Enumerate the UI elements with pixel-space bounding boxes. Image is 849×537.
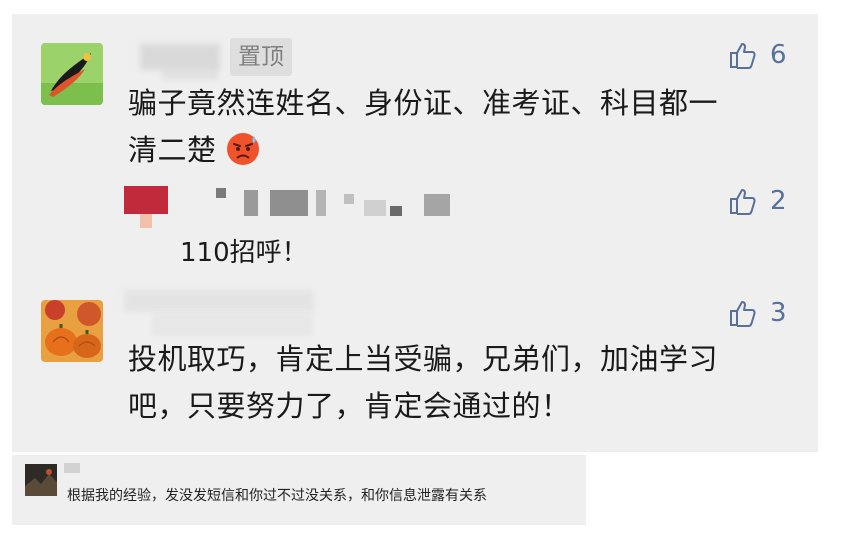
koi-avatar-image (41, 43, 103, 105)
reply-avatar-bottom (140, 214, 152, 228)
comment-text: 投机取巧，肯定上当受骗，兄弟们，加油学习 吧，只要努力了，肯定会通过的！ (128, 336, 798, 430)
comments-page: 置顶 6 骗子竟然连姓名、身份证、准考证、科目都一 清二楚 2 110招呼！ 3… (0, 0, 849, 537)
bottom-avatar[interactable] (25, 464, 57, 496)
username-blurred-2 (162, 66, 218, 80)
reply-avatar[interactable] (124, 186, 168, 214)
comment-text-line1: 骗子竟然连姓名、身份证、准考证、科目都一 (128, 86, 719, 120)
like-count: 6 (770, 40, 787, 70)
username-blurred-2 (152, 314, 312, 336)
thumbs-up-icon (730, 189, 756, 215)
thumbs-up-icon (730, 43, 756, 69)
comment-text-line2: 吧，只要努力了，肯定会通过的！ (128, 389, 571, 423)
reply-username-pixel (244, 190, 258, 216)
like-button[interactable]: 6 (728, 40, 787, 70)
bottom-comment-text: 根据我的经验，发没发短信和你过不过没关系，和你信息泄露有关系 (67, 488, 487, 504)
avatar-koi[interactable] (41, 43, 103, 105)
comment-text-line2-wrap: 清二楚 (128, 127, 798, 174)
reply-username-pixel (424, 194, 450, 216)
comment-text-line1: 投机取巧，肯定上当受骗，兄弟们，加油学习 (128, 342, 719, 376)
sweat-angry-face-icon (227, 133, 260, 165)
username-blurred (124, 290, 314, 312)
comment-text-line2: 清二楚 (128, 133, 217, 167)
reply-text: 110招呼！ (180, 238, 308, 268)
dark-avatar-image (25, 464, 57, 496)
reply-username-pixel (316, 190, 326, 216)
reply-username-pixel (364, 200, 386, 216)
reply-username-pixel (216, 188, 226, 198)
thumbs-up-icon (730, 301, 756, 327)
comments-card: 置顶 6 骗子竟然连姓名、身份证、准考证、科目都一 清二楚 2 110招呼！ 3… (12, 14, 818, 452)
avatar-pumpkins[interactable] (41, 300, 103, 362)
bottom-username-blurred (64, 463, 80, 473)
like-button[interactable]: 3 (728, 298, 787, 328)
reply-like-button[interactable]: 2 (728, 186, 787, 216)
reply-username-pixel (270, 190, 308, 216)
reply-username-pixel (344, 194, 354, 204)
bottom-comment-card: 根据我的经验，发没发短信和你过不过没关系，和你信息泄露有关系 (12, 455, 586, 525)
comment-text: 骗子竟然连姓名、身份证、准考证、科目都一 清二楚 (128, 80, 798, 174)
like-count: 3 (770, 298, 787, 328)
reply-like-count: 2 (770, 186, 787, 216)
reply-username-pixel (390, 206, 402, 216)
pinned-badge: 置顶 (230, 38, 292, 76)
pumpkin-avatar-image (41, 300, 103, 362)
